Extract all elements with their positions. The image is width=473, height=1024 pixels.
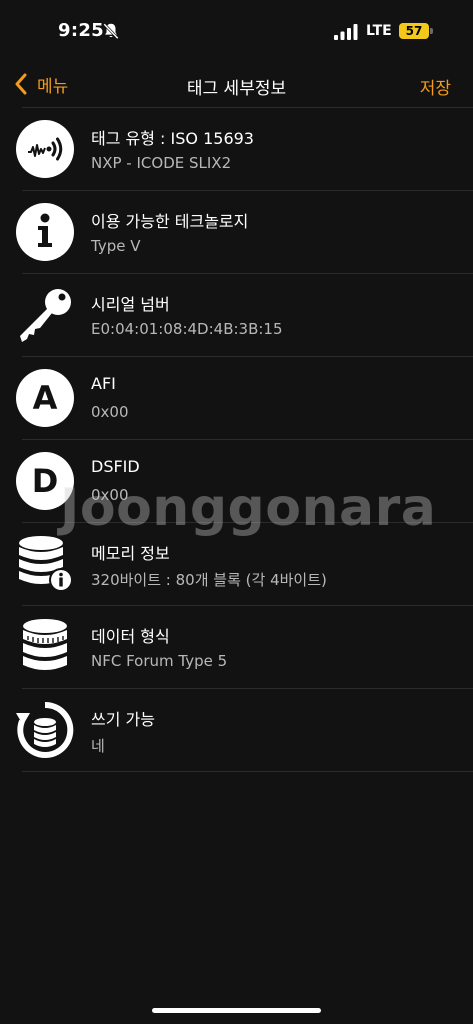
row-value: NXP - ICODE SLIX2	[91, 154, 232, 172]
home-indicator[interactable]	[152, 1008, 321, 1013]
row-title: DSFID	[91, 457, 140, 476]
list-item-dsfid[interactable]: D DSFID 0x00	[16, 440, 473, 523]
row-title: 태그 유형 : ISO 15693	[91, 129, 254, 148]
list-item-writable[interactable]: 쓰기 가능 네	[16, 689, 473, 772]
back-button[interactable]: 메뉴	[14, 72, 69, 97]
database-icon	[23, 619, 67, 670]
row-value: NFC Forum Type 5	[91, 652, 228, 670]
row-title: AFI	[91, 374, 116, 393]
letter-d-icon: D	[16, 452, 74, 510]
tag-detail-list: 태그 유형 : ISO 15693 NXP - ICODE SLIX2 이용 가…	[0, 108, 473, 772]
save-button[interactable]: 저장	[420, 74, 451, 99]
cellular-signal-icon	[334, 24, 358, 40]
info-icon	[16, 203, 74, 261]
status-bar: 9:25 LTE 57	[0, 0, 473, 60]
row-title: 이용 가능한 테크놀로지	[91, 212, 249, 231]
database-info-icon	[19, 536, 73, 592]
status-time: 9:25	[58, 20, 104, 41]
row-value: Type V	[91, 237, 141, 255]
list-item-afi[interactable]: A AFI 0x00	[16, 357, 473, 440]
svg-text:D: D	[32, 462, 59, 500]
network-type: LTE	[366, 23, 392, 39]
letter-a-icon: A	[16, 369, 74, 427]
battery-level: 57	[399, 23, 429, 39]
row-value: 320바이트 : 80개 블록 (각 4바이트)	[91, 571, 327, 589]
key-icon	[20, 289, 71, 342]
row-value: 0x00	[91, 403, 129, 421]
database-rewrite-icon	[16, 701, 74, 758]
list-item-data-format[interactable]: 데이터 형식 NFC Forum Type 5	[22, 606, 473, 689]
list-item-memory-info[interactable]: 메모리 정보 320바이트 : 80개 블록 (각 4바이트)	[19, 523, 473, 606]
row-title: 쓰기 가능	[91, 710, 155, 729]
chevron-left-icon	[15, 73, 27, 95]
svg-text:A: A	[33, 379, 58, 417]
list-item-tag-type[interactable]: 태그 유형 : ISO 15693 NXP - ICODE SLIX2	[16, 108, 473, 191]
row-value: 네	[91, 737, 105, 755]
row-value: E0:04:01:08:4D:4B:3B:15	[91, 320, 283, 338]
row-title: 데이터 형식	[91, 627, 170, 646]
bell-muted-icon	[103, 23, 119, 40]
list-item-serial-number[interactable]: 시리얼 넘버 E0:04:01:08:4D:4B:3B:15	[20, 274, 473, 357]
back-button-label: 메뉴	[37, 76, 69, 97]
list-item-technologies[interactable]: 이용 가능한 테크놀로지 Type V	[16, 191, 473, 274]
nfc-wave-icon	[16, 120, 74, 178]
row-title: 시리얼 넘버	[91, 295, 170, 314]
battery-tip	[430, 28, 433, 34]
page-title: 태그 세부정보	[186, 79, 287, 99]
row-title: 메모리 정보	[91, 544, 170, 563]
navigation-bar: 메뉴 태그 세부정보 저장	[0, 60, 473, 108]
row-value: 0x00	[91, 486, 129, 504]
